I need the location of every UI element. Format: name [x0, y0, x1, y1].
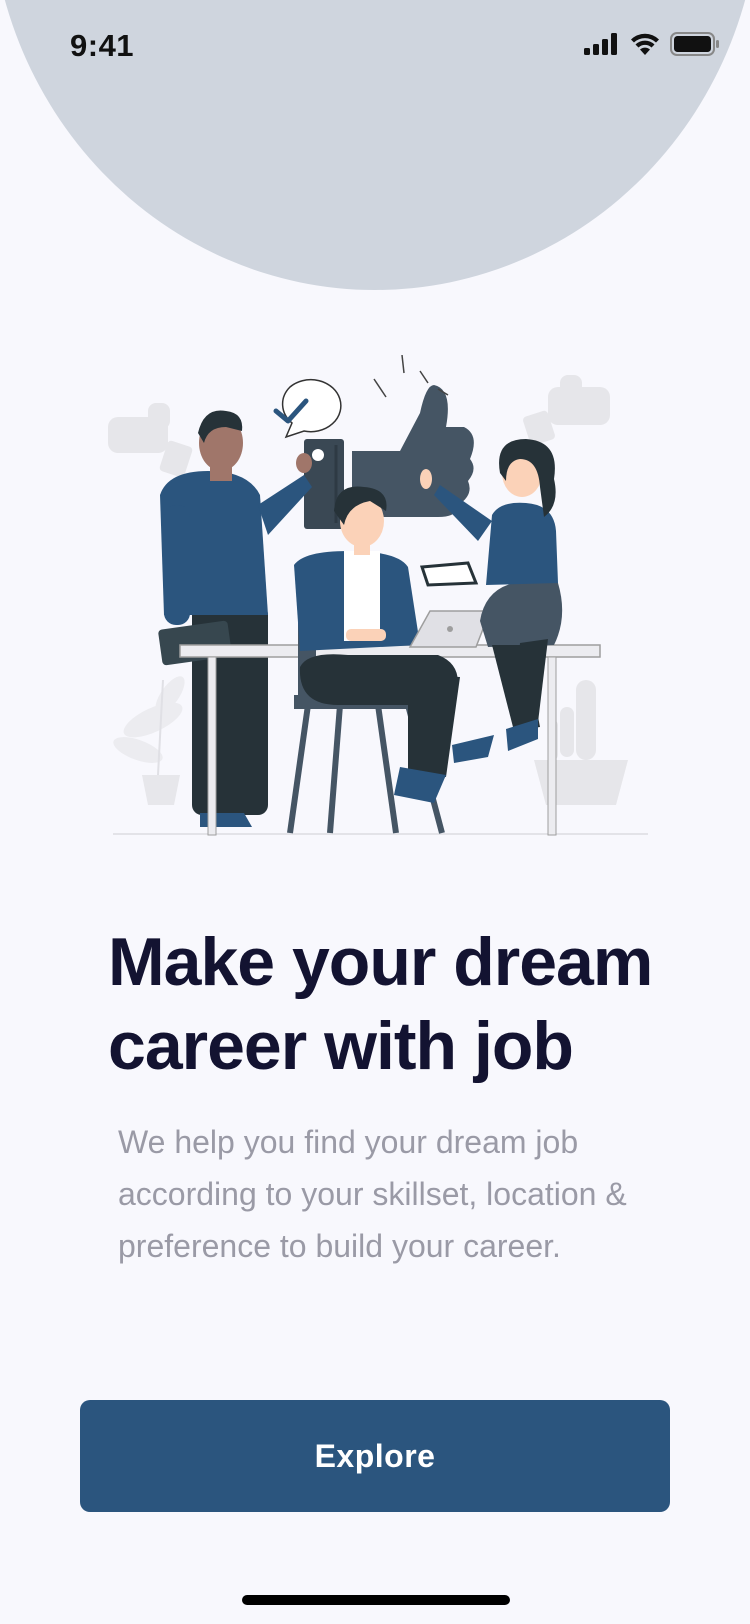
faded-thumbs-up-left-icon [108, 403, 193, 478]
status-icons [584, 32, 720, 56]
wifi-icon [631, 33, 659, 55]
headline-line-1: Make your dream [108, 924, 653, 1000]
laptop-figure [408, 610, 492, 648]
team-illustration [108, 355, 648, 836]
status-bar: 9:41 [0, 0, 750, 96]
headline-line-2: career with job [108, 1008, 574, 1084]
faded-thumbs-up-right-icon [523, 375, 610, 446]
check-bubble-icon [273, 378, 342, 439]
explore-button[interactable]: Explore [80, 1400, 670, 1512]
home-indicator [242, 1595, 510, 1605]
onboarding-headline: Make your dream career with job [108, 920, 688, 1088]
status-time: 9:41 [70, 28, 135, 63]
onboarding-description: We help you find your dream job accordin… [118, 1124, 627, 1264]
plant-left-icon [113, 676, 185, 805]
battery-icon [670, 32, 719, 56]
cellular-signal-icon [584, 33, 617, 55]
